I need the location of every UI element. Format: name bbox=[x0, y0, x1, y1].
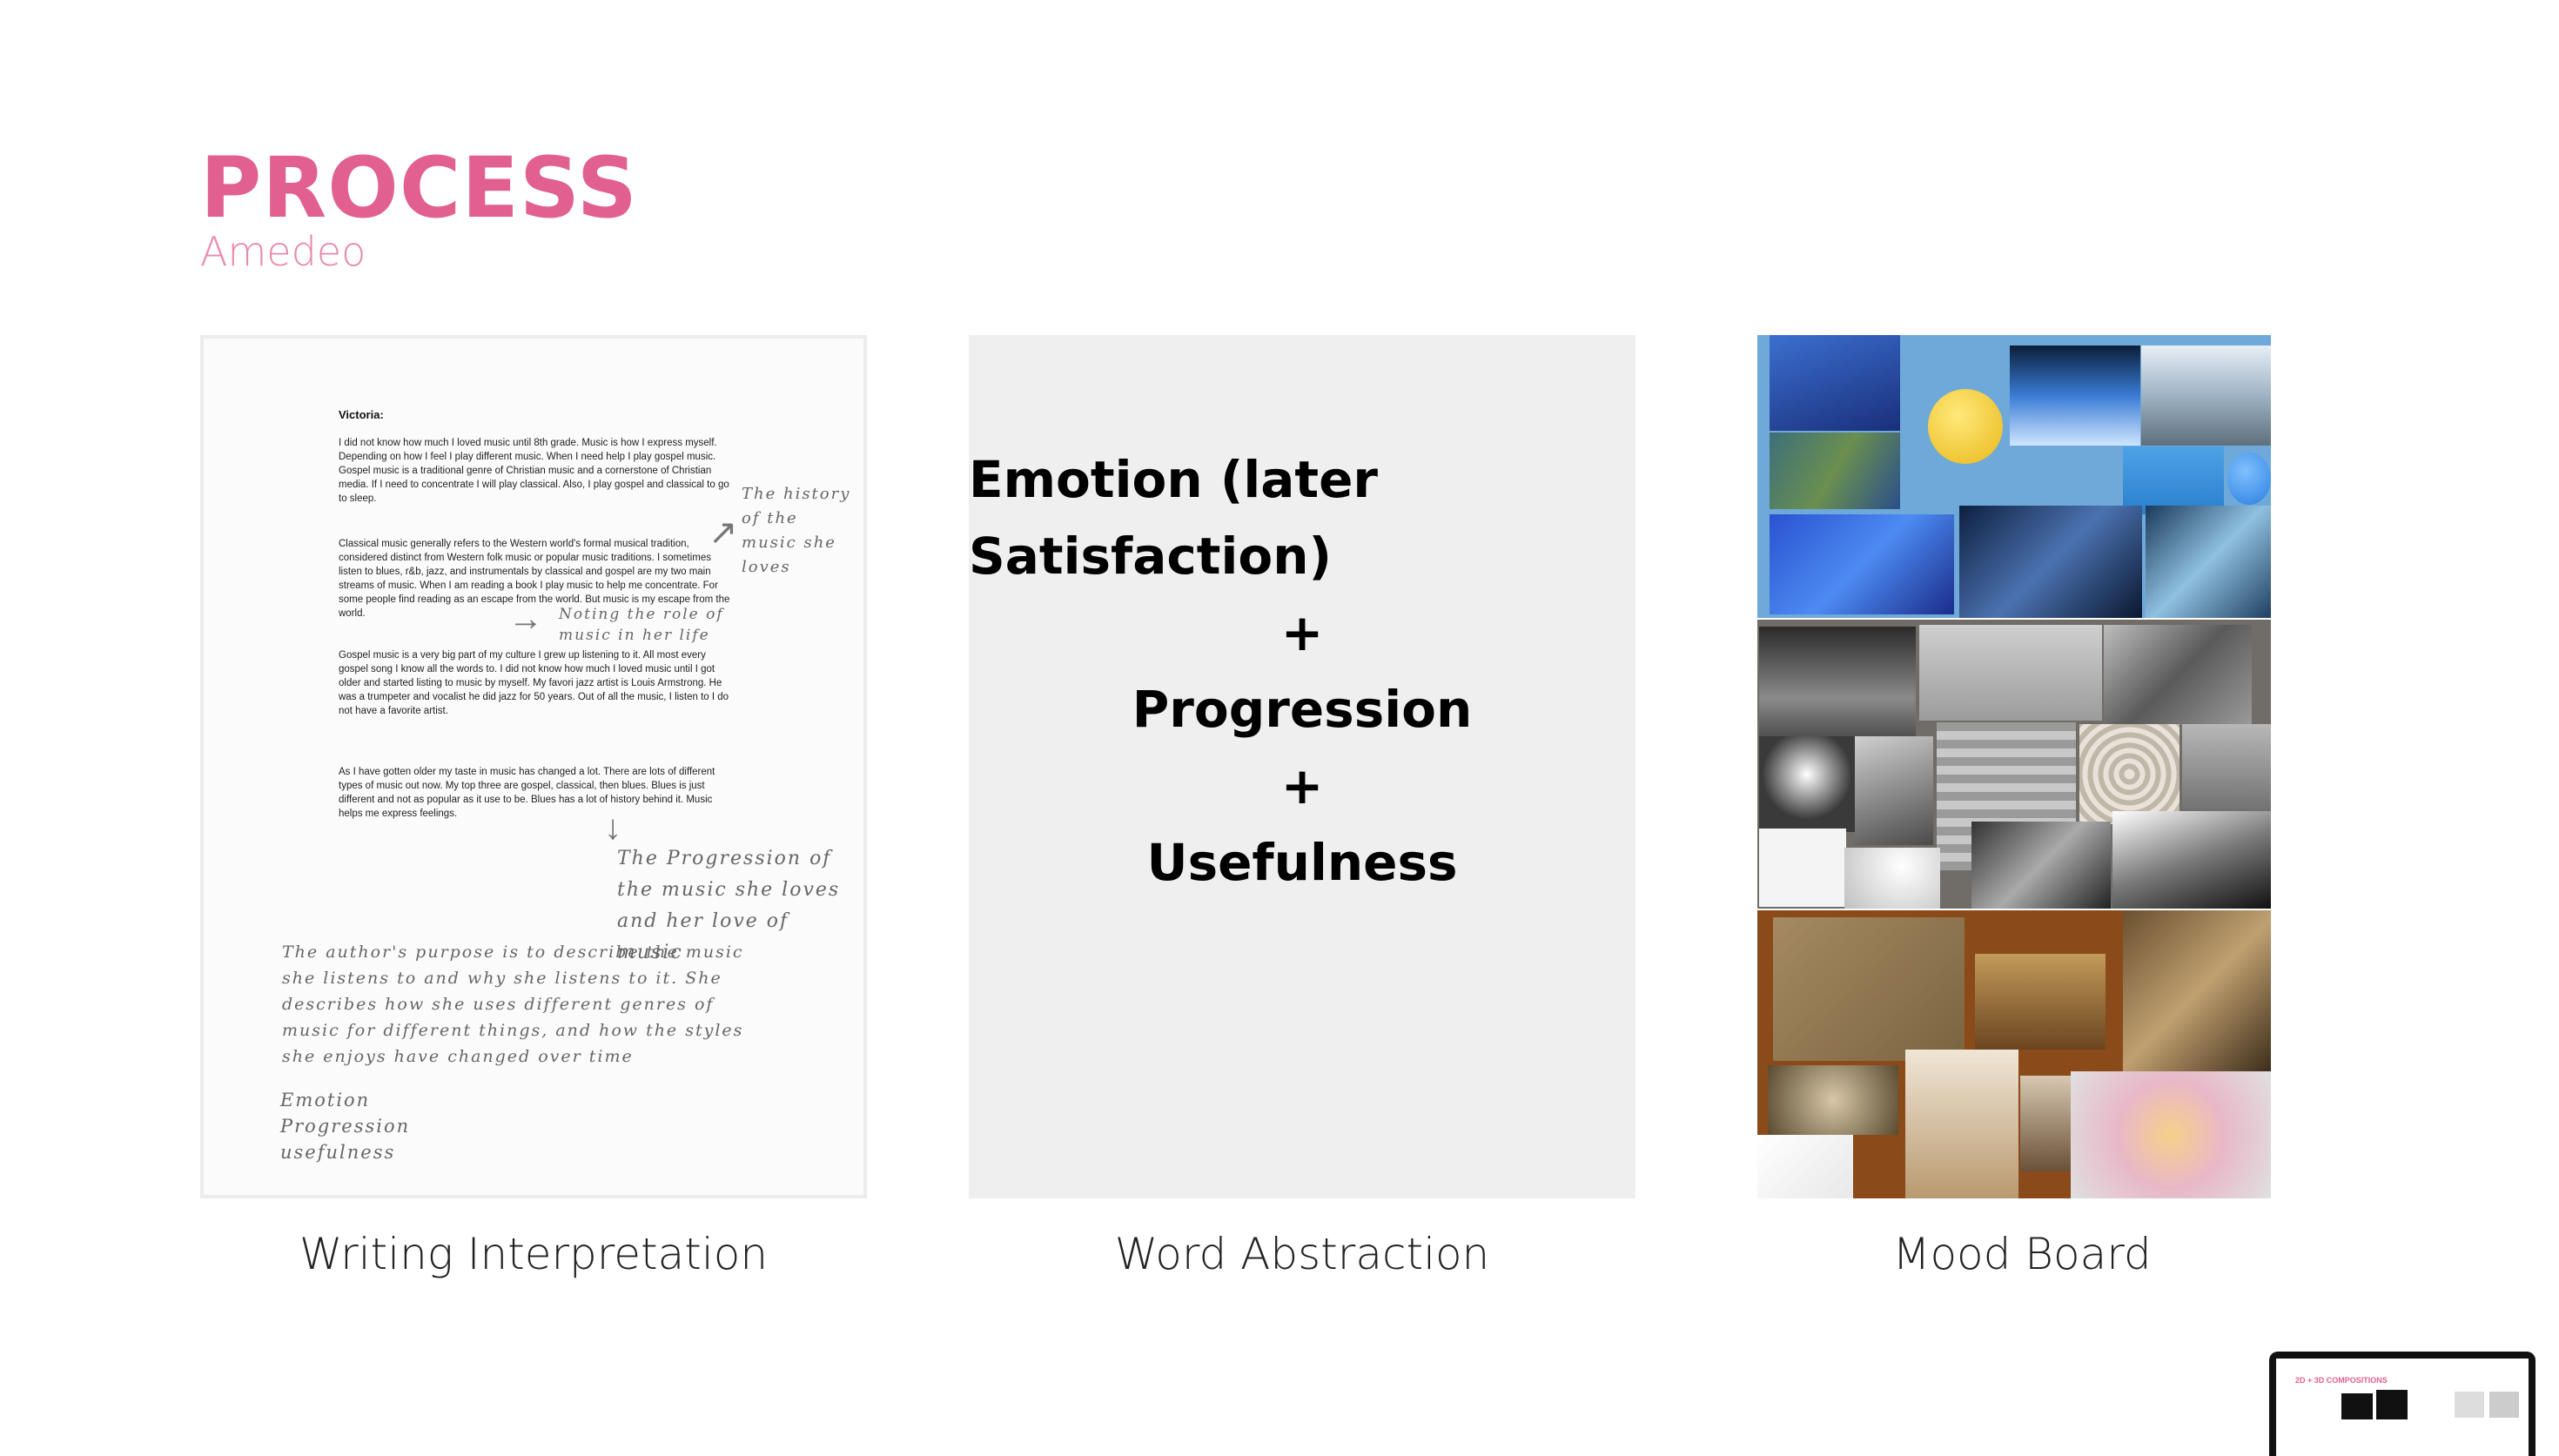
next-slide-thumbnail[interactable]: 2D + 3D COMPOSITIONS bbox=[2269, 1352, 2535, 1456]
photo-toothbrushes bbox=[1905, 1050, 2018, 1198]
photo-crying-woman bbox=[1959, 506, 2142, 618]
caption-word-abstraction: Word Abstraction bbox=[1114, 1229, 1490, 1279]
photo-flowers bbox=[2146, 506, 2271, 618]
photo-wall bbox=[1919, 625, 2102, 721]
photo-abstract bbox=[1770, 433, 1900, 509]
plus-sign: + bbox=[1280, 603, 1324, 662]
photo-jumper bbox=[2112, 811, 2271, 909]
doc-paragraph: As I have gotten older my taste in music… bbox=[339, 767, 715, 819]
arrow-icon: → bbox=[508, 600, 543, 638]
writing-interpretation-panel[interactable]: Victoria: I did not know how much I love… bbox=[200, 335, 867, 1198]
photo-blue-lights bbox=[1770, 514, 1954, 614]
abstraction-line: Usefulness bbox=[1146, 833, 1458, 892]
doc-heading: Victoria: bbox=[339, 408, 384, 421]
photo-clock bbox=[1844, 848, 1940, 909]
photo-bee bbox=[2071, 1071, 2271, 1198]
page-title: PROCESS bbox=[200, 139, 638, 237]
arrow-icon: ↓ bbox=[604, 809, 621, 847]
photo-rocks bbox=[2104, 625, 2252, 725]
photo-cane bbox=[1757, 1135, 1853, 1198]
word-abstraction-panel[interactable]: Emotion (later Satisfaction) + Progressi… bbox=[969, 335, 1635, 1198]
caption-writing-interpretation: Writing Interpretation bbox=[299, 1229, 769, 1279]
doc-paragraph: Gospel music is a very big part of my cu… bbox=[339, 650, 729, 716]
thumbnail-photo bbox=[2489, 1392, 2519, 1418]
thumbnail-photo bbox=[2455, 1392, 2484, 1418]
photo-twigs bbox=[2123, 910, 2271, 1076]
abstraction-line: Progression bbox=[1132, 680, 1473, 739]
caption-mood-board: Mood Board bbox=[1892, 1229, 2152, 1279]
handwritten-note: Emotion Progression usefulness bbox=[280, 1090, 411, 1163]
photo-tool-roll bbox=[1975, 954, 2106, 1050]
photo-zen-garden bbox=[2079, 724, 2180, 824]
thumbnail-square bbox=[2376, 1390, 2408, 1419]
photo-boat bbox=[2141, 346, 2271, 446]
photo-foggy-figure bbox=[1770, 335, 1900, 431]
photo-scribble bbox=[1759, 829, 1846, 907]
photo-man bbox=[2123, 446, 2224, 514]
handwritten-note: The author's purpose is to describe the … bbox=[282, 943, 744, 1066]
photo-climber bbox=[1971, 822, 2111, 909]
plus-sign: + bbox=[1280, 756, 1324, 815]
smiley-icon bbox=[1928, 389, 2003, 464]
balloon-icon bbox=[2227, 453, 2271, 505]
thumbnail-title: 2D + 3D COMPOSITIONS bbox=[2295, 1376, 2388, 1385]
mood-board-emotion-section bbox=[1757, 335, 2271, 618]
handwritten-note: The history of the music she loves bbox=[742, 485, 851, 576]
mood-board-usefulness-section bbox=[1757, 910, 2271, 1198]
scanned-document: Victoria: I did not know how much I love… bbox=[204, 339, 863, 1195]
photo-rail bbox=[1855, 736, 1933, 845]
mood-board-panel[interactable] bbox=[1757, 335, 2271, 1198]
photo-waterfall bbox=[2010, 346, 2140, 446]
photo-water-drop bbox=[1768, 1065, 1898, 1135]
doc-paragraph: I did not know how much I loved music un… bbox=[339, 438, 729, 504]
page-subtitle: Amedeo bbox=[200, 228, 366, 275]
photo-tunnel bbox=[1759, 736, 1855, 832]
handwritten-note: Noting the role of music in her life bbox=[559, 606, 724, 644]
abstraction-line: Emotion (later Satisfaction) bbox=[969, 450, 1379, 586]
thumbnail-square bbox=[2341, 1393, 2373, 1419]
mood-board-progression-section bbox=[1757, 620, 2271, 909]
thumbnail-screen: 2D + 3D COMPOSITIONS bbox=[2276, 1359, 2529, 1456]
arrow-icon: ↗ bbox=[709, 513, 738, 552]
photo-tools bbox=[1773, 917, 1965, 1061]
photo-lake bbox=[2182, 724, 2271, 820]
word-abstraction-text: Emotion (later Satisfaction) + Progressi… bbox=[969, 239, 1635, 1103]
